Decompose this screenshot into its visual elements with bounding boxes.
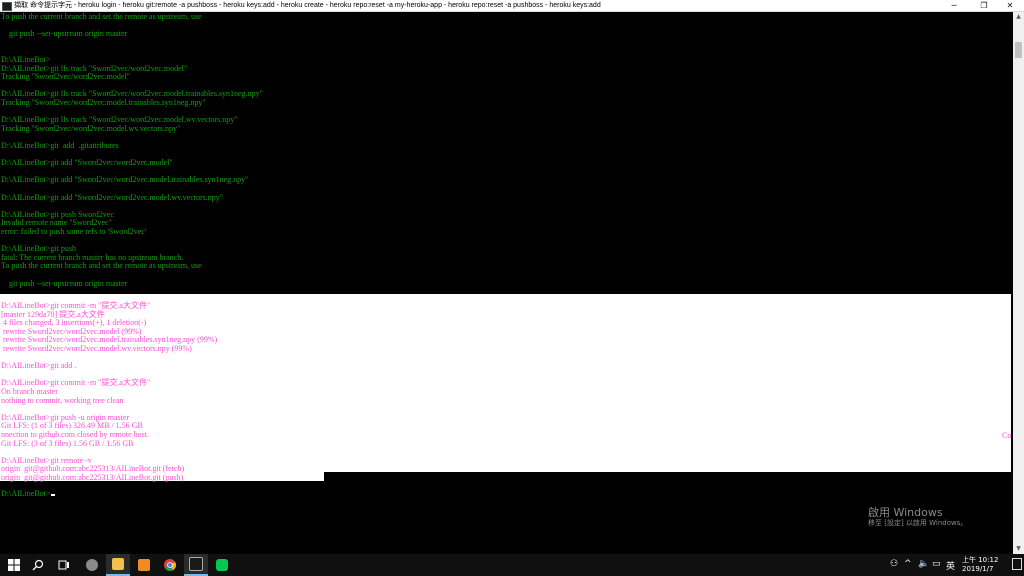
window-title: 擷取 命令提示字元 - heroku login - heroku git:re… — [14, 2, 601, 9]
truncated-text-fragment: Co — [1002, 431, 1012, 440]
chrome-icon — [164, 559, 176, 571]
command-prompt-button[interactable] — [184, 554, 208, 576]
search-button[interactable] — [26, 554, 50, 576]
console-line: origin git@github.com:abc225313/AILineBo… — [1, 473, 184, 482]
people-icon[interactable]: ⚇ — [890, 559, 898, 569]
console-line: git push --set-upstream origin master — [1, 29, 128, 39]
vertical-scrollbar[interactable]: ▲ ▼ — [1013, 12, 1024, 554]
console-line: D:\AILineBot>git add "Sword2vec/word2vec… — [1, 158, 173, 168]
task-view-icon — [58, 560, 69, 570]
console-line: git push --set-upstream origin master — [1, 278, 128, 288]
network-icon[interactable]: ▭ — [932, 559, 941, 569]
console-line: Tracking "Sword2vec/word2vec.model" — [1, 72, 130, 82]
windows-start-button[interactable] — [2, 554, 26, 576]
task-view-button[interactable] — [52, 554, 76, 576]
console-line: nothing to commit, working tree clean — [1, 395, 124, 405]
console-line: D:\AILineBot>git add "Sword2vec/word2vec… — [1, 192, 224, 202]
console-prompt: D:\AILineBot> — [1, 489, 51, 498]
scroll-thumb[interactable] — [1015, 42, 1022, 58]
chrome-button[interactable] — [158, 554, 182, 576]
sublime-text-button[interactable] — [132, 554, 156, 576]
scroll-down-arrow-icon[interactable]: ▼ — [1013, 544, 1024, 554]
activate-windows-subtitle: 移至 [設定] 以啟用 Windows。 — [868, 519, 968, 527]
console-line: error: failed to push some refs to 'Swor… — [1, 227, 147, 236]
console-line: To push the current branch and set the r… — [1, 12, 202, 21]
window-titlebar[interactable]: 擷取 命令提示字元 - heroku login - heroku git:re… — [0, 0, 1024, 12]
clock-date[interactable]: 2019/1/7 — [962, 565, 993, 573]
sublime-text-icon — [138, 559, 150, 571]
console-line: Git LFS: (3 of 3 files) 1.56 GB / 1.56 G… — [1, 438, 134, 448]
close-button[interactable]: ✕ — [996, 0, 1024, 12]
show-hidden-icons-icon[interactable]: ^ — [904, 559, 912, 569]
console-prompt-line[interactable]: D:\AILineBot> — [1, 489, 56, 499]
taskbar: ⚇ ^ 🔈 ▭ 英 上午 10:12 2019/1/7 — [0, 554, 1024, 576]
console-line: To push the current branch and set the r… — [1, 261, 202, 271]
assistant-icon — [86, 559, 98, 571]
cmd-app-icon — [2, 2, 12, 11]
windows-start-icon — [8, 559, 20, 571]
console-line: D:\AILineBot>git add "Sword2vec/word2vec… — [1, 175, 249, 185]
line-app-button[interactable] — [210, 554, 234, 576]
file-explorer-button[interactable] — [106, 554, 130, 576]
text-cursor — [51, 494, 56, 496]
clock-time[interactable]: 上午 10:12 — [962, 555, 998, 565]
line-app-icon — [216, 559, 228, 571]
console-line: Tracking "Sword2vec/word2vec.model.train… — [1, 98, 206, 107]
console-line: rewrite Sword2vec/word2vec.model.wv.vect… — [1, 344, 192, 353]
volume-icon[interactable]: 🔈 — [918, 559, 929, 569]
selection-highlight — [0, 294, 1011, 472]
console-line: D:\AILineBot>git add .gitattributes — [1, 141, 119, 150]
search-icon — [32, 559, 44, 571]
file-explorer-icon — [112, 558, 124, 570]
assistant-button[interactable] — [80, 554, 104, 576]
scroll-up-arrow-icon[interactable]: ▲ — [1013, 12, 1024, 22]
command-prompt-icon — [189, 557, 203, 571]
minimize-button[interactable]: ─ — [940, 0, 968, 12]
console-line: D:\AILineBot>git add . — [1, 361, 77, 371]
action-center-icon[interactable] — [1012, 558, 1022, 570]
input-method-indicator[interactable]: 英 — [946, 559, 955, 572]
console-output[interactable]: To push the current branch and set the r… — [0, 12, 1013, 554]
restore-button[interactable]: ❐ — [970, 0, 998, 12]
console-line: Tracking "Sword2vec/word2vec.model.wv.ve… — [1, 123, 181, 133]
